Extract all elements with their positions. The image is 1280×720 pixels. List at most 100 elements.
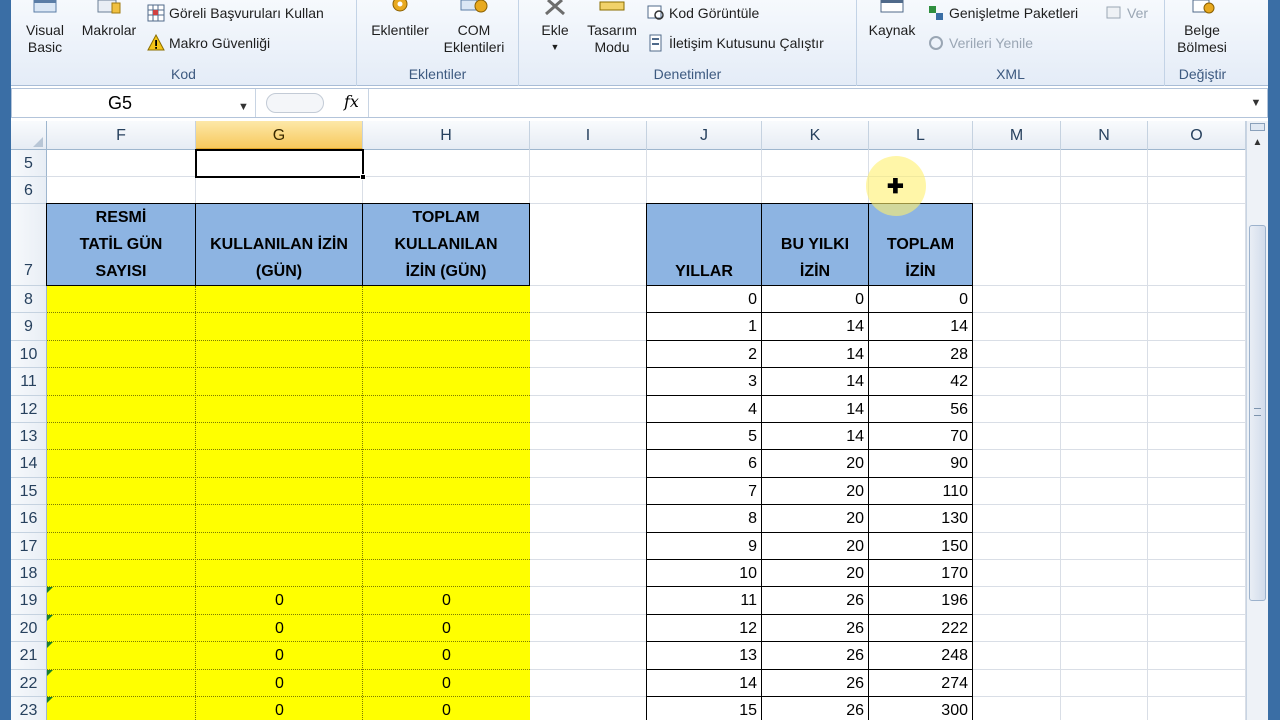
macros-button[interactable]: Makrolar (75, 0, 143, 39)
cell-j16[interactable]: 8 (646, 504, 762, 533)
cell-j11[interactable]: 3 (646, 367, 762, 396)
cell-j13[interactable]: 5 (646, 422, 762, 451)
cell-k8[interactable]: 0 (761, 285, 869, 314)
view-code-button[interactable]: Kod Görüntüle (647, 4, 759, 22)
cell-l22[interactable]: 274 (868, 668, 973, 697)
cell-j17[interactable]: 9 (646, 531, 762, 560)
cell-k16[interactable]: 20 (761, 504, 869, 533)
cell-l11[interactable]: 42 (868, 367, 973, 396)
column-header-o[interactable]: O (1148, 121, 1246, 150)
add-ins-button[interactable]: Eklentiler (363, 0, 437, 39)
cell-k15[interactable]: 20 (761, 476, 869, 506)
cell-l8[interactable]: 0 (868, 285, 973, 314)
column-header-g[interactable]: G (196, 121, 363, 150)
cell-k9[interactable]: 14 (761, 312, 869, 341)
insert-control-button[interactable]: Ekle ▼ (527, 0, 583, 56)
cell-k14[interactable]: 20 (761, 449, 869, 478)
cell-j18[interactable]: 10 (646, 559, 762, 588)
cell-k22[interactable]: 26 (761, 668, 869, 697)
cell-k17[interactable]: 20 (761, 531, 869, 560)
scroll-thumb[interactable] (1249, 225, 1266, 601)
row-header-15[interactable]: 15 (11, 477, 47, 506)
column-header-j[interactable]: J (647, 121, 762, 150)
cell-k11[interactable]: 14 (761, 367, 869, 396)
export-button[interactable]: Ver (1105, 4, 1148, 22)
cell-l16[interactable]: 130 (868, 504, 973, 533)
row-header-14[interactable]: 14 (11, 450, 47, 478)
cell-l10[interactable]: 28 (868, 339, 973, 369)
row-header-19[interactable]: 19 (11, 587, 47, 615)
run-dialog-button[interactable]: İletişim Kutusunu Çalıştır (647, 34, 824, 52)
row-header-22[interactable]: 22 (11, 669, 47, 697)
row-header-9[interactable]: 9 (11, 313, 47, 341)
row-header-20[interactable]: 20 (11, 614, 47, 643)
document-panel-button[interactable]: Belge Bölmesi (1167, 0, 1237, 56)
cell-k10[interactable]: 14 (761, 339, 869, 369)
cell-j8[interactable]: 0 (646, 285, 762, 314)
column-header-i[interactable]: I (530, 121, 647, 150)
cell-j21[interactable]: 13 (646, 641, 762, 670)
cell-l12[interactable]: 56 (868, 394, 973, 423)
refresh-data-button[interactable]: Verileri Yenile (927, 34, 1033, 52)
cell-h23[interactable]: 0 (363, 697, 530, 720)
column-header-l[interactable]: L (869, 121, 973, 150)
cell-l13[interactable]: 70 (868, 422, 973, 451)
row-header-18[interactable]: 18 (11, 560, 47, 588)
expand-formula-bar-icon[interactable]: ▼ (1245, 89, 1267, 117)
relative-references-button[interactable]: Göreli Başvuruları Kullan (147, 4, 324, 22)
cell-h21[interactable]: 0 (363, 642, 530, 669)
row-header-12[interactable]: 12 (11, 395, 47, 423)
select-all-corner[interactable] (11, 121, 47, 150)
cell-j9[interactable]: 1 (646, 312, 762, 341)
column-header-k[interactable]: K (762, 121, 869, 150)
cell-l14[interactable]: 90 (868, 449, 973, 478)
formula-cancel-enter-area[interactable] (266, 93, 324, 113)
cell-g23[interactable]: 0 (196, 697, 363, 720)
row-header-7[interactable]: 7 (11, 204, 47, 286)
worksheet-grid[interactable]: FGHIJKLMNO 5 6 7 8 9 10 11 12 13 14 15 16 17 18 19 20 21… (11, 121, 1246, 720)
cell-k18[interactable]: 20 (761, 559, 869, 588)
cell-l19[interactable]: 196 (868, 586, 973, 615)
cell-k12[interactable]: 14 (761, 394, 869, 423)
vertical-scrollbar[interactable]: ▲ (1246, 121, 1268, 720)
fill-handle[interactable] (360, 174, 366, 180)
cell-k19[interactable]: 26 (761, 586, 869, 615)
cell-k13[interactable]: 14 (761, 422, 869, 451)
com-add-ins-button[interactable]: COM Eklentileri (437, 0, 511, 56)
row-header-11[interactable]: 11 (11, 368, 47, 396)
cell-l9[interactable]: 14 (868, 312, 973, 341)
column-header-m[interactable]: M (973, 121, 1061, 150)
cell-j10[interactable]: 2 (646, 339, 762, 369)
cell-j22[interactable]: 14 (646, 668, 762, 697)
cell-l23[interactable]: 300 (868, 696, 973, 720)
design-mode-button[interactable]: Tasarım Modu (583, 0, 641, 56)
cell-j12[interactable]: 4 (646, 394, 762, 423)
cell-h19[interactable]: 0 (363, 587, 530, 614)
cell-l17[interactable]: 150 (868, 531, 973, 560)
visual-basic-button[interactable]: Visual Basic (19, 0, 71, 56)
cell-l21[interactable]: 248 (868, 641, 973, 670)
cell-g22[interactable]: 0 (196, 670, 363, 697)
cell-h20[interactable]: 0 (363, 615, 530, 642)
cell-k20[interactable]: 26 (761, 613, 869, 643)
insert-function-icon[interactable]: fx (344, 92, 359, 111)
scroll-up-arrow-icon[interactable]: ▲ (1249, 135, 1266, 151)
row-header-21[interactable]: 21 (11, 642, 47, 670)
cell-j19[interactable]: 11 (646, 586, 762, 615)
cell-j23[interactable]: 15 (646, 696, 762, 720)
column-header-f[interactable]: F (47, 121, 196, 150)
cell-k23[interactable]: 26 (761, 696, 869, 720)
row-header-5[interactable]: 5 (11, 150, 47, 177)
cell-l15[interactable]: 110 (868, 476, 973, 506)
cell-l20[interactable]: 222 (868, 613, 973, 643)
macro-security-button[interactable]: Makro Güvenliği (147, 33, 270, 52)
name-box[interactable]: G5 ▼ (12, 89, 256, 117)
selected-cell-g5[interactable] (195, 149, 364, 178)
cell-l18[interactable]: 170 (868, 559, 973, 588)
formula-input[interactable] (368, 89, 1245, 117)
row-header-8[interactable]: 8 (11, 286, 47, 314)
cell-g19[interactable]: 0 (196, 587, 363, 614)
row-header-6[interactable]: 6 (11, 177, 47, 204)
expansion-packs-button[interactable]: Genişletme Paketleri (927, 4, 1078, 22)
split-handle[interactable] (1250, 123, 1265, 131)
